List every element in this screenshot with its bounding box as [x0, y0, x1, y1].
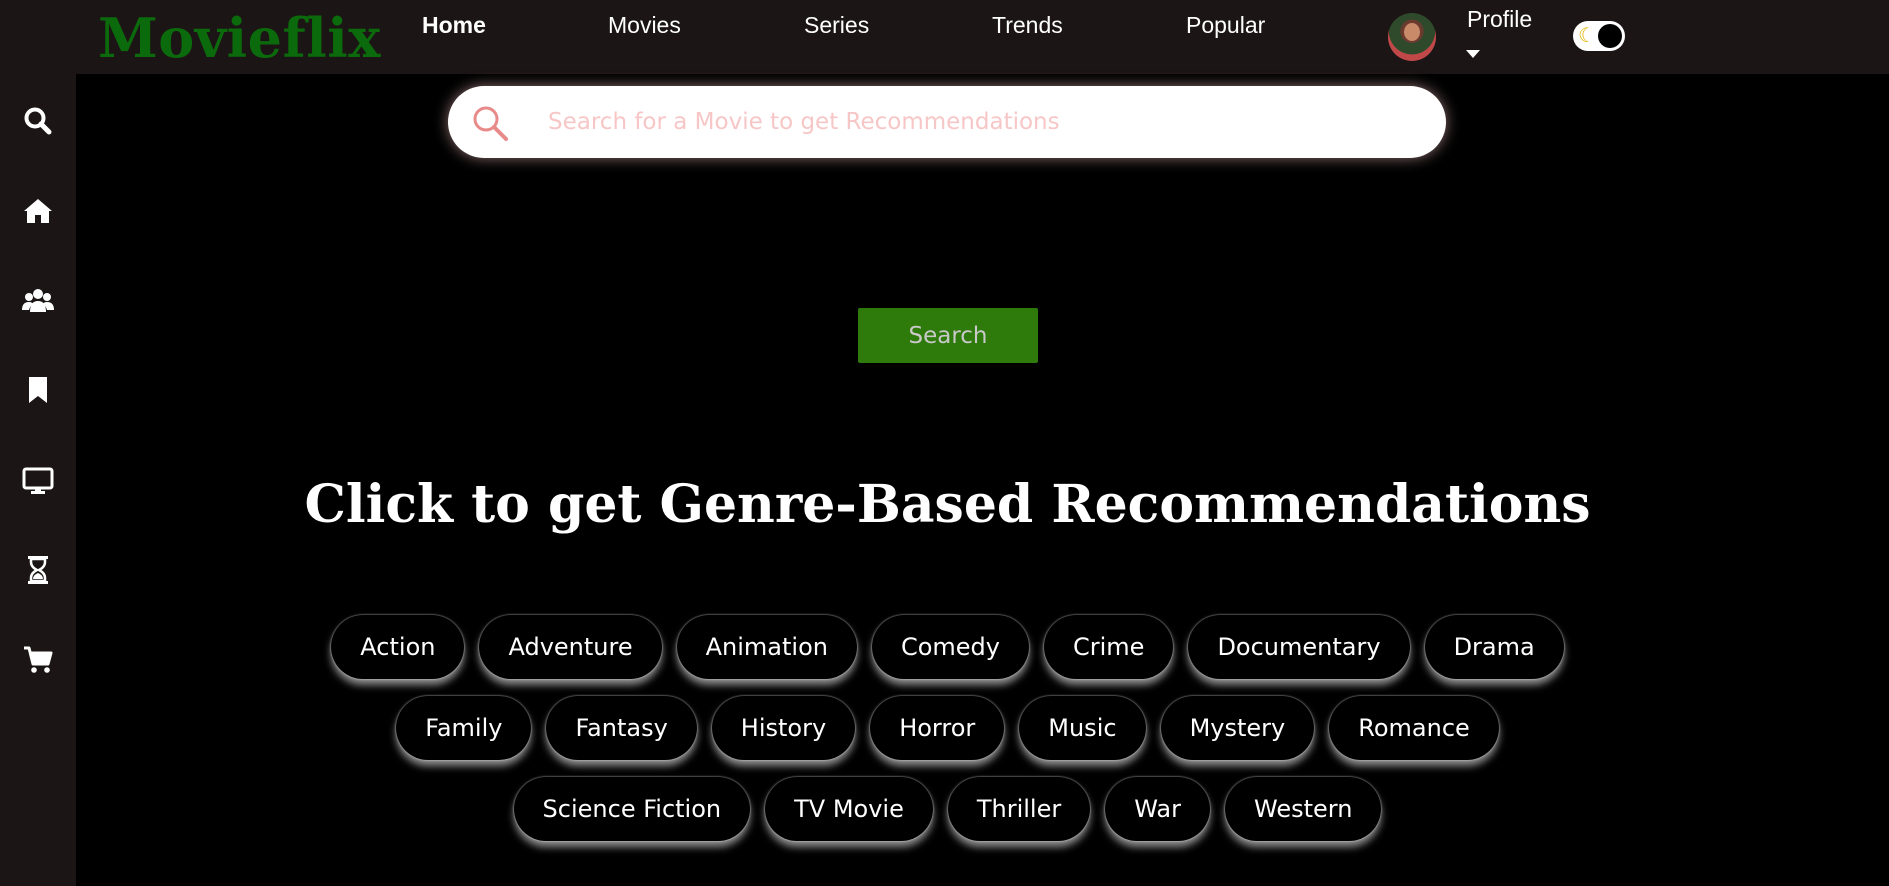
top-navbar: Movieflix Home Movies Series Trends Popu…	[0, 0, 1889, 74]
chevron-down-icon[interactable]	[1466, 50, 1480, 58]
genre-chip[interactable]: Western	[1225, 777, 1382, 841]
genre-chip[interactable]: Science Fiction	[513, 777, 751, 841]
search-icon	[473, 106, 508, 141]
genre-chip[interactable]: Fantasy	[546, 696, 697, 760]
search-button[interactable]: Search	[858, 308, 1038, 363]
home-icon[interactable]	[22, 195, 54, 227]
moon-icon: ☾	[1578, 25, 1596, 47]
genre-chip[interactable]: Animation	[676, 615, 857, 679]
genre-chip[interactable]: TV Movie	[765, 777, 933, 841]
genre-chip[interactable]: Music	[1019, 696, 1146, 760]
users-icon[interactable]	[22, 284, 54, 316]
genre-chip[interactable]: Documentary	[1188, 615, 1410, 679]
genre-chip[interactable]: Romance	[1329, 696, 1499, 760]
search-bar	[448, 86, 1446, 158]
genre-chip[interactable]: Adventure	[479, 615, 662, 679]
genre-chip[interactable]: Comedy	[871, 615, 1029, 679]
nav-home[interactable]: Home	[422, 12, 486, 39]
genre-row: Action Adventure Animation Comedy Crime …	[0, 615, 1889, 679]
genre-chip[interactable]: History	[711, 696, 856, 760]
site-logo[interactable]: Movieflix	[98, 6, 381, 70]
genre-chip[interactable]: Crime	[1044, 615, 1174, 679]
genre-chip[interactable]: Mystery	[1160, 696, 1315, 760]
search-input[interactable]	[548, 100, 1408, 144]
avatar[interactable]	[1388, 13, 1436, 61]
genre-row: Family Fantasy History Horror Music Myst…	[0, 696, 1889, 760]
theme-toggle[interactable]: ☾	[1573, 21, 1625, 51]
nav-trends[interactable]: Trends	[992, 12, 1063, 39]
genre-chip[interactable]: War	[1105, 777, 1210, 841]
search-icon[interactable]	[22, 105, 54, 137]
genre-chip[interactable]: Action	[331, 615, 465, 679]
profile-menu[interactable]: Profile	[1467, 6, 1532, 33]
genre-chip[interactable]: Thriller	[947, 777, 1091, 841]
genre-row: Science Fiction TV Movie Thriller War We…	[0, 777, 1889, 841]
genre-chip[interactable]: Family	[396, 696, 532, 760]
toggle-knob	[1598, 24, 1622, 48]
nav-movies[interactable]: Movies	[608, 12, 681, 39]
nav-popular[interactable]: Popular	[1186, 12, 1265, 39]
bookmark-icon[interactable]	[22, 374, 54, 406]
nav-series[interactable]: Series	[804, 12, 869, 39]
page-title: Click to get Genre-Based Recommendations	[304, 474, 1591, 535]
genre-chip[interactable]: Drama	[1424, 615, 1564, 679]
hourglass-icon[interactable]	[22, 554, 54, 586]
genre-chip[interactable]: Horror	[870, 696, 1005, 760]
